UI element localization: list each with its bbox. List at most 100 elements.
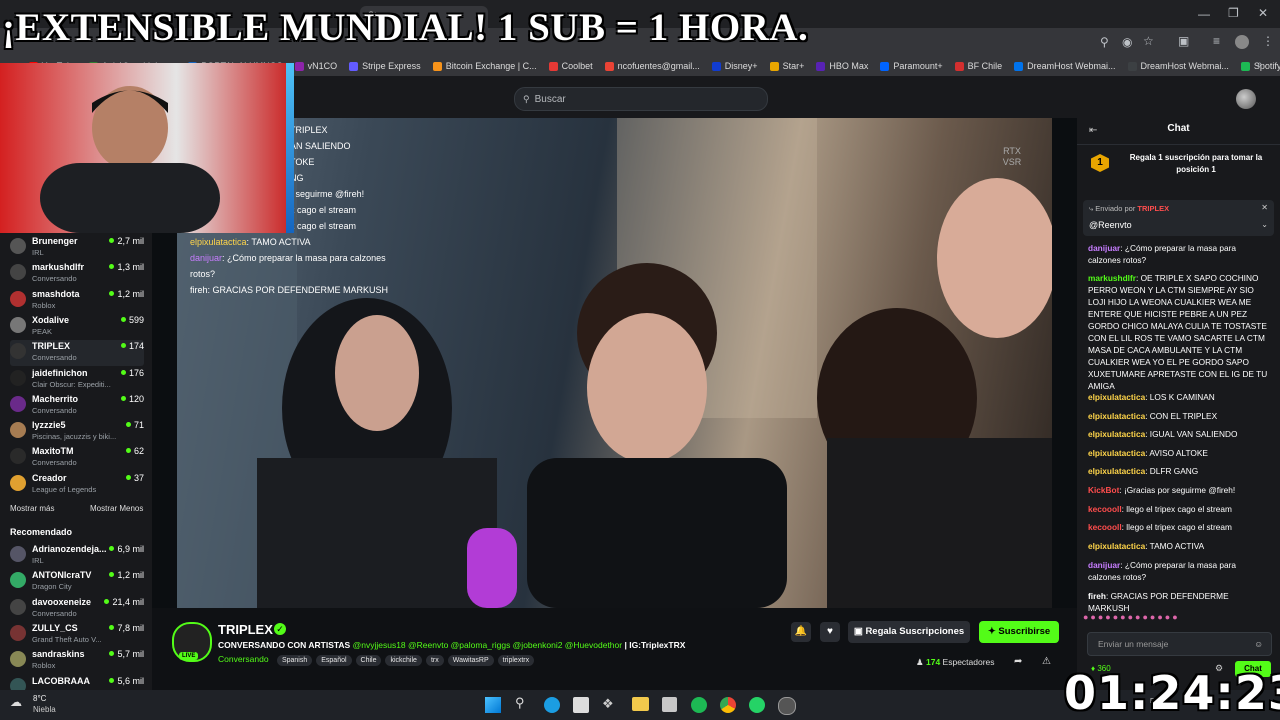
sidebar-channel[interactable]: Adrianozendeja... IRL 6,9 mil	[10, 543, 144, 569]
chat-username[interactable]: elpixulatactica	[1088, 429, 1145, 439]
gift-promo-text[interactable]: Regala 1 suscripción para tomar la posic…	[1121, 152, 1271, 176]
bookmark-item[interactable]: Disney+	[711, 61, 758, 71]
overlay-chat-user: fireh	[190, 285, 208, 295]
stream-tag[interactable]: Spanish	[276, 655, 313, 666]
sidebar-channel[interactable]: ZULLY_CS Grand Theft Auto V... 7,8 mil	[10, 622, 144, 648]
bookmark-item[interactable]: Paramount+	[880, 61, 943, 71]
obs-icon[interactable]: ❖	[602, 696, 614, 712]
webcam-border	[286, 63, 294, 233]
stream-category[interactable]: Conversando	[218, 654, 269, 664]
channel-name[interactable]: TRIPLEX	[218, 622, 273, 637]
stream-tag[interactable]: Chile	[355, 655, 382, 666]
maximize-icon[interactable]: ❐	[1228, 6, 1239, 20]
sidebar-channel[interactable]: smashdota Roblox 1,2 mil	[10, 288, 144, 314]
stream-tag[interactable]: triplextrx	[497, 655, 535, 666]
eye-icon[interactable]: ◉	[1122, 35, 1132, 49]
stream-tag[interactable]: kickchile	[385, 655, 422, 666]
chat-username[interactable]: KickBot	[1088, 485, 1119, 495]
extensions-icon[interactable]: ▣	[1178, 34, 1189, 48]
chat-username[interactable]: danijuar	[1088, 560, 1120, 570]
bookmark-label: Paramount+	[893, 61, 943, 71]
edge-icon[interactable]	[544, 697, 560, 713]
bookmark-label: Bitcoin Exchange | C...	[445, 61, 537, 71]
sidebar-channel[interactable]: lyzzzie5 Piscinas, jacuzzis y biki... 71	[10, 419, 144, 445]
channel-name: Adrianozendeja...	[32, 544, 107, 554]
sidebar-channel[interactable]: Brunenger IRL 2,7 mil	[10, 235, 144, 261]
share-icon[interactable]: ➦	[1014, 656, 1022, 667]
bookmark-item[interactable]: ncofuentes@gmail...	[604, 61, 700, 71]
user-avatar[interactable]	[1236, 89, 1256, 109]
bookmark-item[interactable]: DreamHost Webmai...	[1014, 61, 1116, 71]
sidebar-channel[interactable]: Xodalive PEAK 599	[10, 314, 144, 340]
stream-tag[interactable]: Español	[316, 655, 352, 666]
rank-badge: 1	[1091, 154, 1109, 172]
sidebar-channel[interactable]: MaxitoTM Conversando 62	[10, 445, 144, 471]
sidebar-channel[interactable]: markushdlfr Conversando 1,3 mil	[10, 261, 144, 287]
sidebar-channel[interactable]: davooxeneize Conversando 21,4 mil	[10, 596, 144, 622]
windows-start-icon[interactable]	[485, 697, 501, 713]
heart-icon[interactable]: ♥	[820, 622, 840, 642]
sidebar-channel[interactable]: jaidefinichon Clair Obscur: Expediti... 17…	[10, 367, 144, 393]
game-icon[interactable]	[778, 697, 796, 715]
menu-icon[interactable]: ⋮	[1262, 34, 1274, 48]
bookmark-item[interactable]: Coolbet	[548, 61, 593, 71]
chat-input[interactable]: Enviar un mensaje ☺	[1087, 632, 1272, 656]
chevron-down-icon[interactable]: ⌄	[1261, 220, 1268, 229]
bookmark-item[interactable]: BF Chile	[954, 61, 1002, 71]
bell-icon[interactable]: 🔔	[791, 622, 811, 642]
emoji-icon[interactable]: ☺	[1254, 633, 1263, 655]
report-icon[interactable]: ⚠	[1042, 656, 1051, 667]
stream-tag[interactable]: trx	[425, 655, 444, 666]
sidebar-channel[interactable]: Macherrito Conversando 120	[10, 393, 144, 419]
chat-username[interactable]: fireh	[1088, 591, 1106, 601]
chat-username[interactable]: elpixulatactica	[1088, 448, 1145, 458]
chat-username[interactable]: elpixulatactica	[1088, 466, 1145, 476]
sidebar-channel[interactable]: sandraskins Roblox 5,7 mil	[10, 648, 144, 674]
sidebar-channel[interactable]: ANTONIcraTV Dragon City 1,2 mil	[10, 569, 144, 595]
app-icon[interactable]	[662, 697, 677, 712]
bookmark-item[interactable]: Stripe Express	[349, 61, 421, 71]
zoom-icon[interactable]: ⚲	[1100, 35, 1109, 49]
bookmark-item[interactable]: DreamHost Webmai...	[1127, 61, 1229, 71]
star-icon[interactable]: ☆	[1143, 34, 1154, 48]
sidebar-channel[interactable]: TRIPLEX Conversando 174	[10, 340, 144, 367]
folder-icon[interactable]	[632, 697, 649, 711]
bookmark-favicon-icon	[604, 61, 614, 71]
search-taskbar-icon[interactable]: ⚲	[515, 695, 525, 711]
pinned-message[interactable]: ⤷ Enviado por TRIPLEX @Reenvto ✕ ⌄	[1083, 200, 1274, 236]
profile-avatar[interactable]	[1235, 35, 1249, 49]
chat-username[interactable]: kecoooll	[1088, 504, 1122, 514]
sidebar-channel[interactable]: Creador League of Legends 37	[10, 472, 144, 498]
chat-username[interactable]: markushdlfr	[1088, 273, 1136, 283]
bookmark-item[interactable]: vN1CO	[294, 61, 337, 71]
unpin-icon[interactable]: ✕	[1261, 203, 1268, 212]
chrome-icon[interactable]	[720, 697, 736, 713]
channel-viewers: 6,9 mil	[109, 544, 144, 554]
bookmark-item[interactable]: Bitcoin Exchange | C...	[432, 61, 537, 71]
weather-icon: ☁	[10, 695, 22, 709]
stream-tag[interactable]: WawitasRP	[447, 655, 494, 666]
show-more-link[interactable]: Mostrar más	[10, 504, 54, 513]
chat-username[interactable]: elpixulatactica	[1088, 392, 1145, 402]
whatsapp-icon[interactable]	[749, 697, 765, 713]
chat-username[interactable]: elpixulatactica	[1088, 411, 1145, 421]
overlay-chat-line: danijuar: ¿Cómo preparar la masa para ca…	[190, 250, 388, 266]
media-icon[interactable]: ≡	[1213, 34, 1220, 48]
close-icon[interactable]: ✕	[1258, 6, 1268, 20]
chat-username[interactable]: danijuar	[1088, 243, 1120, 253]
more-bookmarks-icon[interactable]: »	[1256, 59, 1262, 70]
bookmark-item[interactable]: HBO Max	[816, 61, 868, 71]
spotify-icon[interactable]	[691, 697, 707, 713]
minimize-icon[interactable]: —	[1198, 7, 1210, 21]
store-icon[interactable]	[573, 697, 589, 713]
stream-mentions[interactable]: @nvyjjesus18 @Reenvto @paloma_riggs @job…	[353, 640, 622, 650]
chat-text: : IGUAL VAN SALIENDO	[1145, 429, 1238, 439]
bookmark-favicon-icon	[880, 61, 890, 71]
chat-username[interactable]: kecoooll	[1088, 522, 1122, 532]
search-input[interactable]: ⚲ Buscar	[514, 87, 768, 111]
bookmark-item[interactable]: Star+	[769, 61, 804, 71]
chat-username[interactable]: elpixulatactica	[1088, 541, 1145, 551]
subscribe-button[interactable]: ✦ Suscribirse	[979, 621, 1059, 643]
gift-subs-button[interactable]: ▣ Regala Suscripciones	[848, 621, 970, 643]
show-less-link[interactable]: Mostrar Menos	[90, 504, 143, 513]
